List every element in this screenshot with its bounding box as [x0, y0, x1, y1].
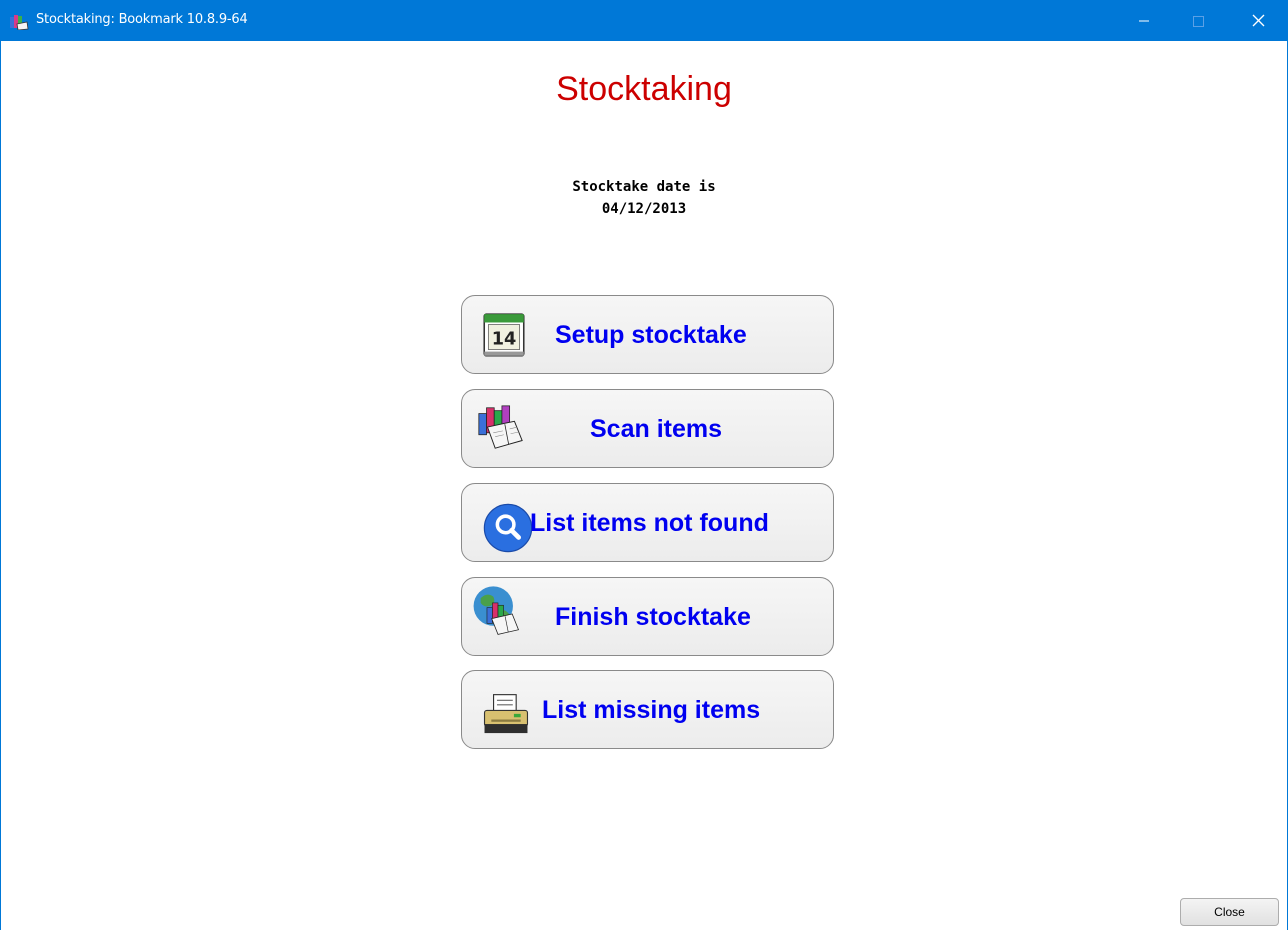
setup-stocktake-button[interactable]: 14 Setup stocktake — [461, 295, 834, 374]
date-value: 04/12/2013 — [601, 201, 687, 217]
list-missing-items-button[interactable]: List missing items — [461, 670, 834, 749]
stocktaking-window: Stocktaking: Bookmark 10.8.9-64 Stocktak… — [0, 0, 1288, 930]
window-title: Stocktaking: Bookmark 10.8.9-64 — [36, 12, 248, 27]
stocktake-date-info: Stocktake date is 04/12/2013 — [1, 176, 1287, 220]
scan-items-label: Scan items — [590, 415, 723, 443]
calendar-icon: 14 — [483, 313, 525, 357]
date-caption: Stocktake date is — [572, 179, 716, 195]
close-icon — [1252, 14, 1265, 27]
finish-stocktake-button[interactable]: Finish stocktake — [461, 577, 834, 656]
page-title: Stocktaking — [556, 70, 732, 108]
close-window-button[interactable] — [1235, 0, 1281, 41]
printer-icon — [483, 694, 529, 734]
list-missing-items-label: List missing items — [542, 696, 761, 724]
list-items-not-found-label: List items not found — [530, 509, 769, 537]
search-icon — [483, 503, 533, 553]
books-icon — [478, 405, 523, 449]
setup-stocktake-label: Setup stocktake — [555, 321, 747, 349]
finish-stocktake-label: Finish stocktake — [555, 603, 751, 631]
close-button[interactable]: Close — [1180, 898, 1279, 926]
title-bar[interactable]: Stocktaking: Bookmark 10.8.9-64 — [1, 0, 1287, 41]
minimize-icon — [1139, 20, 1149, 22]
list-items-not-found-button[interactable]: List items not found — [461, 483, 834, 562]
maximize-button[interactable] — [1175, 0, 1221, 41]
calendar-day: 14 — [492, 329, 517, 349]
globe-books-icon — [473, 586, 520, 635]
minimize-button[interactable] — [1121, 0, 1167, 41]
books-icon — [10, 15, 29, 30]
maximize-icon — [1193, 16, 1204, 27]
scan-items-button[interactable]: Scan items — [461, 389, 834, 468]
